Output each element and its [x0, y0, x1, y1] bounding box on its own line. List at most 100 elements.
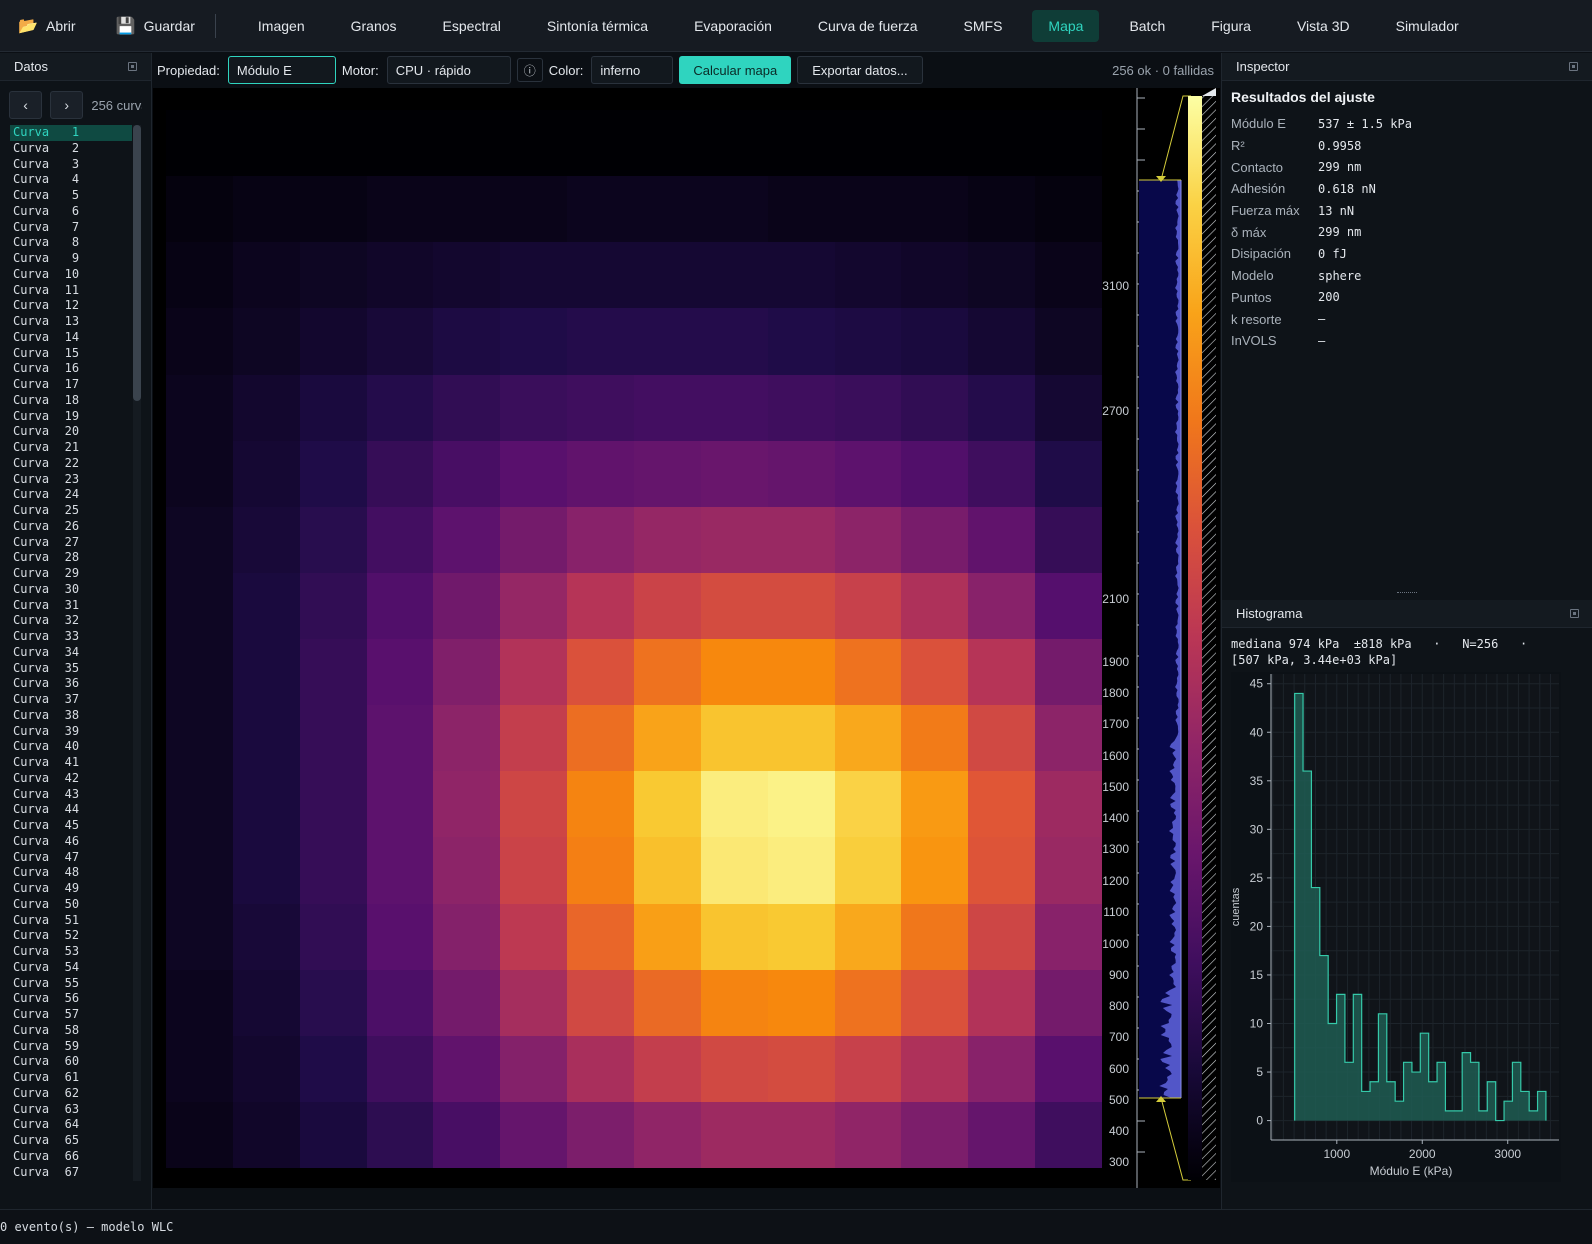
property-heatmap[interactable] — [166, 110, 1102, 1168]
heatmap-cell[interactable] — [232, 639, 300, 706]
heatmap-cell[interactable] — [767, 639, 835, 706]
heatmap-cell[interactable] — [567, 639, 634, 706]
heatmap-cell[interactable] — [299, 242, 367, 309]
scrollbar-thumb[interactable] — [133, 125, 141, 401]
list-item[interactable]: Curva 49 — [10, 881, 132, 897]
heatmap-cell[interactable] — [968, 374, 1036, 441]
heatmap-cell[interactable] — [232, 903, 300, 970]
heatmap-cell[interactable] — [901, 308, 969, 375]
tab-espectral[interactable]: Espectral — [427, 10, 517, 42]
heatmap-cell[interactable] — [500, 110, 568, 177]
heatmap-cell[interactable] — [299, 374, 367, 441]
tab-curva-de-fuerza[interactable]: Curva de fuerza — [802, 10, 934, 42]
histogram-chart[interactable]: 0 5 10 15 20 25 30 35 40 45 1000 2000 3000 Módulo E (… — [1231, 672, 1561, 1182]
heatmap-cell[interactable] — [1035, 639, 1102, 706]
heatmap-cell[interactable] — [166, 771, 233, 838]
heatmap-cell[interactable] — [901, 771, 969, 838]
heatmap-cell[interactable] — [166, 110, 233, 177]
list-item[interactable]: Curva 23 — [10, 472, 132, 488]
heatmap-cell[interactable] — [232, 572, 300, 639]
heatmap-cell[interactable] — [834, 705, 902, 772]
heatmap-cell[interactable] — [700, 242, 768, 309]
prev-curve-button[interactable]: ‹ — [9, 91, 43, 119]
list-item[interactable]: Curva 15 — [10, 346, 132, 362]
heatmap-cell[interactable] — [901, 1035, 969, 1102]
colormap-select[interactable]: inferno — [591, 56, 674, 84]
heatmap-cell[interactable] — [366, 506, 434, 573]
list-item[interactable]: Curva 3 — [10, 157, 132, 173]
heatmap-cell[interactable] — [567, 903, 634, 970]
tab-smfs[interactable]: SMFS — [948, 10, 1019, 42]
heatmap-cell[interactable] — [567, 440, 634, 507]
heatmap-cell[interactable] — [232, 242, 300, 309]
list-item[interactable]: Curva 5 — [10, 188, 132, 204]
heatmap-cell[interactable] — [968, 837, 1036, 904]
heatmap-cell[interactable] — [834, 969, 902, 1036]
list-item[interactable]: Curva 65 — [10, 1133, 132, 1149]
heatmap-cell[interactable] — [767, 242, 835, 309]
heatmap-cell[interactable] — [166, 903, 233, 970]
list-item[interactable]: Curva 7 — [10, 220, 132, 236]
heatmap-cell[interactable] — [834, 374, 902, 441]
undock-icon[interactable] — [1569, 62, 1578, 71]
heatmap-cell[interactable] — [700, 837, 768, 904]
heatmap-cell[interactable] — [834, 903, 902, 970]
list-item[interactable]: Curva 35 — [10, 661, 132, 677]
heatmap-cell[interactable] — [1035, 110, 1102, 177]
heatmap-cell[interactable] — [700, 771, 768, 838]
heatmap-cell[interactable] — [567, 242, 634, 309]
heatmap-cell[interactable] — [1035, 176, 1102, 243]
heatmap-cell[interactable] — [366, 1035, 434, 1102]
histogram-bar[interactable] — [1529, 1111, 1537, 1121]
tab-simulador[interactable]: Simulador — [1380, 10, 1475, 42]
heatmap-cell[interactable] — [767, 1035, 835, 1102]
heatmap-cell[interactable] — [166, 837, 233, 904]
heatmap-cell[interactable] — [500, 506, 568, 573]
list-item[interactable]: Curva 50 — [10, 897, 132, 913]
heatmap-cell[interactable] — [1035, 837, 1102, 904]
list-item[interactable]: Curva 30 — [10, 582, 132, 598]
histogram-bar[interactable] — [1370, 1082, 1378, 1121]
heatmap-cell[interactable] — [834, 176, 902, 243]
colorbar[interactable]: 300 400 500 600 700 800 900 1000 1100 1200 1300 140… — [1093, 88, 1220, 1188]
heatmap-cell[interactable] — [166, 705, 233, 772]
list-item[interactable]: Curva 33 — [10, 629, 132, 645]
list-item[interactable]: Curva 10 — [10, 267, 132, 283]
heatmap-cell[interactable] — [633, 639, 701, 706]
heatmap-cell[interactable] — [366, 308, 434, 375]
heatmap-cell[interactable] — [968, 639, 1036, 706]
heatmap-cell[interactable] — [834, 771, 902, 838]
heatmap-cell[interactable] — [166, 440, 233, 507]
list-item[interactable]: Curva 19 — [10, 409, 132, 425]
heatmap-cell[interactable] — [834, 1035, 902, 1102]
heatmap-cell[interactable] — [433, 1101, 501, 1168]
heatmap-cell[interactable] — [968, 110, 1036, 177]
list-item[interactable]: Curva 28 — [10, 550, 132, 566]
heatmap-cell[interactable] — [433, 110, 501, 177]
map-canvas[interactable]: 300 400 500 600 700 800 900 1000 1100 1200 1300 140… — [153, 88, 1220, 1188]
list-item[interactable]: Curva 39 — [10, 724, 132, 740]
list-item[interactable]: Curva 26 — [10, 519, 132, 535]
heatmap-cell[interactable] — [767, 506, 835, 573]
heatmap-cell[interactable] — [1035, 969, 1102, 1036]
heatmap-cell[interactable] — [500, 1101, 568, 1168]
heatmap-cell[interactable] — [834, 837, 902, 904]
heatmap-cell[interactable] — [633, 771, 701, 838]
heatmap-cell[interactable] — [767, 374, 835, 441]
heatmap-cell[interactable] — [232, 837, 300, 904]
export-data-button[interactable]: Exportar datos... — [797, 56, 923, 84]
list-item[interactable]: Curva 40 — [10, 739, 132, 755]
heatmap-cell[interactable] — [299, 176, 367, 243]
list-item[interactable]: Curva 42 — [10, 771, 132, 787]
heatmap-cell[interactable] — [700, 969, 768, 1036]
heatmap-cell[interactable] — [366, 110, 434, 177]
heatmap-cell[interactable] — [166, 308, 233, 375]
curve-list[interactable]: Curva 1 Curva 2 Curva 3 Curva 4 Curva 5 Curva 6 Curv… — [10, 125, 132, 1181]
heatmap-cell[interactable] — [633, 903, 701, 970]
list-item[interactable]: Curva 37 — [10, 692, 132, 708]
heatmap-cell[interactable] — [767, 771, 835, 838]
histogram-bar[interactable] — [1504, 1101, 1512, 1120]
heatmap-cell[interactable] — [232, 440, 300, 507]
heatmap-cell[interactable] — [299, 506, 367, 573]
list-item[interactable]: Curva 12 — [10, 298, 132, 314]
